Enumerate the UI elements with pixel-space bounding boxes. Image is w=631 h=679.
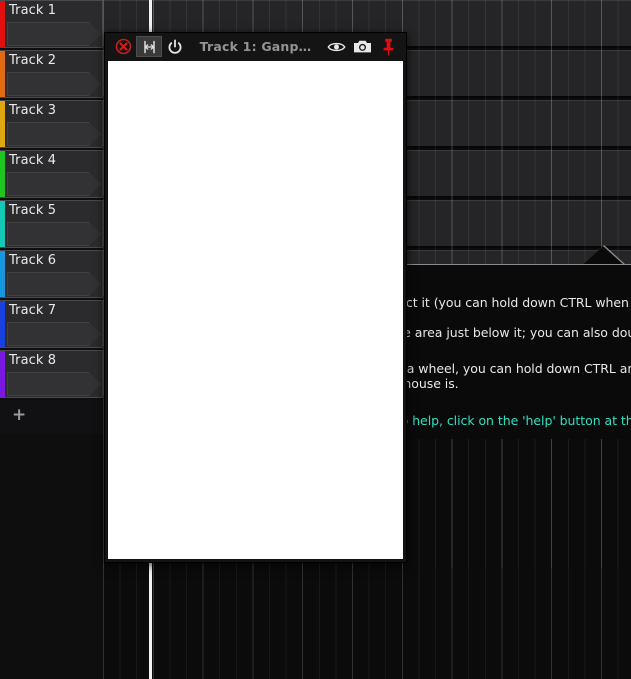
- bypass-power-button[interactable]: [162, 36, 188, 57]
- track-header[interactable]: Track 5: [0, 200, 103, 248]
- track-name-label: Track 4: [9, 153, 57, 168]
- track-volume-fader[interactable]: [7, 172, 101, 196]
- track-volume-fader[interactable]: [7, 72, 101, 96]
- timeline-empty-area[interactable]: [103, 568, 631, 679]
- track-header-list: Track 1 Track 2 Track 3 Track 4 Track 5 …: [0, 0, 103, 679]
- track-color-indicator[interactable]: [0, 51, 5, 97]
- track-header[interactable]: Track 2: [0, 50, 103, 98]
- resize-width-icon: [143, 40, 155, 53]
- track-volume-fader[interactable]: [7, 372, 101, 396]
- track-volume-fader[interactable]: [7, 22, 101, 46]
- keep-on-top-button[interactable]: [375, 36, 401, 57]
- close-button[interactable]: [110, 36, 136, 57]
- eye-icon: [326, 42, 346, 51]
- track-header[interactable]: Track 7: [0, 300, 103, 348]
- plugin-window-titlebar[interactable]: Track 1: Ganp…: [105, 33, 406, 60]
- help-line: ouse with a wheel, you can hold down CTR…: [405, 361, 631, 376]
- track-volume-fader[interactable]: [7, 272, 101, 296]
- close-icon: [115, 38, 131, 55]
- track-name-label: Track 3: [9, 103, 57, 118]
- track-volume-fader[interactable]: [7, 122, 101, 146]
- track-header[interactable]: Track 4: [0, 150, 103, 198]
- track-name-label: Track 1: [9, 3, 57, 18]
- popup-help-overlay: ick to select it (you can hold down CTRL…: [405, 245, 631, 439]
- track-color-indicator[interactable]: [0, 351, 5, 397]
- track-color-indicator[interactable]: [0, 251, 5, 297]
- track-header[interactable]: Track 1: [0, 0, 103, 48]
- plugin-editor-window[interactable]: Track 1: Ganp…: [104, 32, 407, 563]
- plugin-window-title: Track 1: Ganp…: [199, 39, 312, 54]
- track-header[interactable]: Track 3: [0, 100, 103, 148]
- fit-width-button[interactable]: [136, 36, 162, 57]
- track-volume-fader[interactable]: [7, 322, 101, 346]
- track-name-label: Track 2: [9, 53, 57, 68]
- track-name-label: Track 7: [9, 303, 57, 318]
- help-line: ick to select it (you can hold down CTRL…: [405, 295, 631, 310]
- help-arrow-icon: [582, 246, 624, 265]
- track-color-indicator[interactable]: [0, 301, 5, 347]
- visibility-button[interactable]: [323, 36, 349, 57]
- track-color-indicator[interactable]: [0, 201, 5, 247]
- track-color-indicator[interactable]: [0, 1, 5, 47]
- help-line: k, drag the area just below it; you can …: [405, 325, 631, 340]
- track-name-label: Track 5: [9, 203, 57, 218]
- plugin-editor-canvas[interactable]: [108, 61, 403, 559]
- track-color-indicator[interactable]: [0, 101, 5, 147]
- track-name-label: Track 8: [9, 353, 57, 368]
- track-header[interactable]: Track 6: [0, 250, 103, 298]
- add-track-button[interactable]: +: [0, 400, 103, 434]
- snapshot-button[interactable]: [349, 36, 375, 57]
- track-volume-fader[interactable]: [7, 222, 101, 246]
- timeline-grid-lines-lower: [103, 568, 631, 679]
- editor-window: ick to select it (you can hold down CTRL…: [0, 0, 631, 679]
- playhead-cursor-lower[interactable]: [149, 568, 152, 679]
- track-header[interactable]: Track 8: [0, 350, 103, 398]
- help-text-panel: ick to select it (you can hold down CTRL…: [405, 264, 631, 439]
- power-icon: [168, 39, 182, 54]
- camera-icon: [353, 40, 371, 53]
- track-color-indicator[interactable]: [0, 151, 5, 197]
- track-name-label: Track 6: [9, 253, 57, 268]
- help-line-hint[interactable]: his pop-up help, click on the 'help' but…: [405, 413, 631, 428]
- pin-icon: [383, 38, 393, 55]
- help-line: here the mouse is.: [405, 376, 459, 391]
- plus-icon: +: [12, 405, 27, 425]
